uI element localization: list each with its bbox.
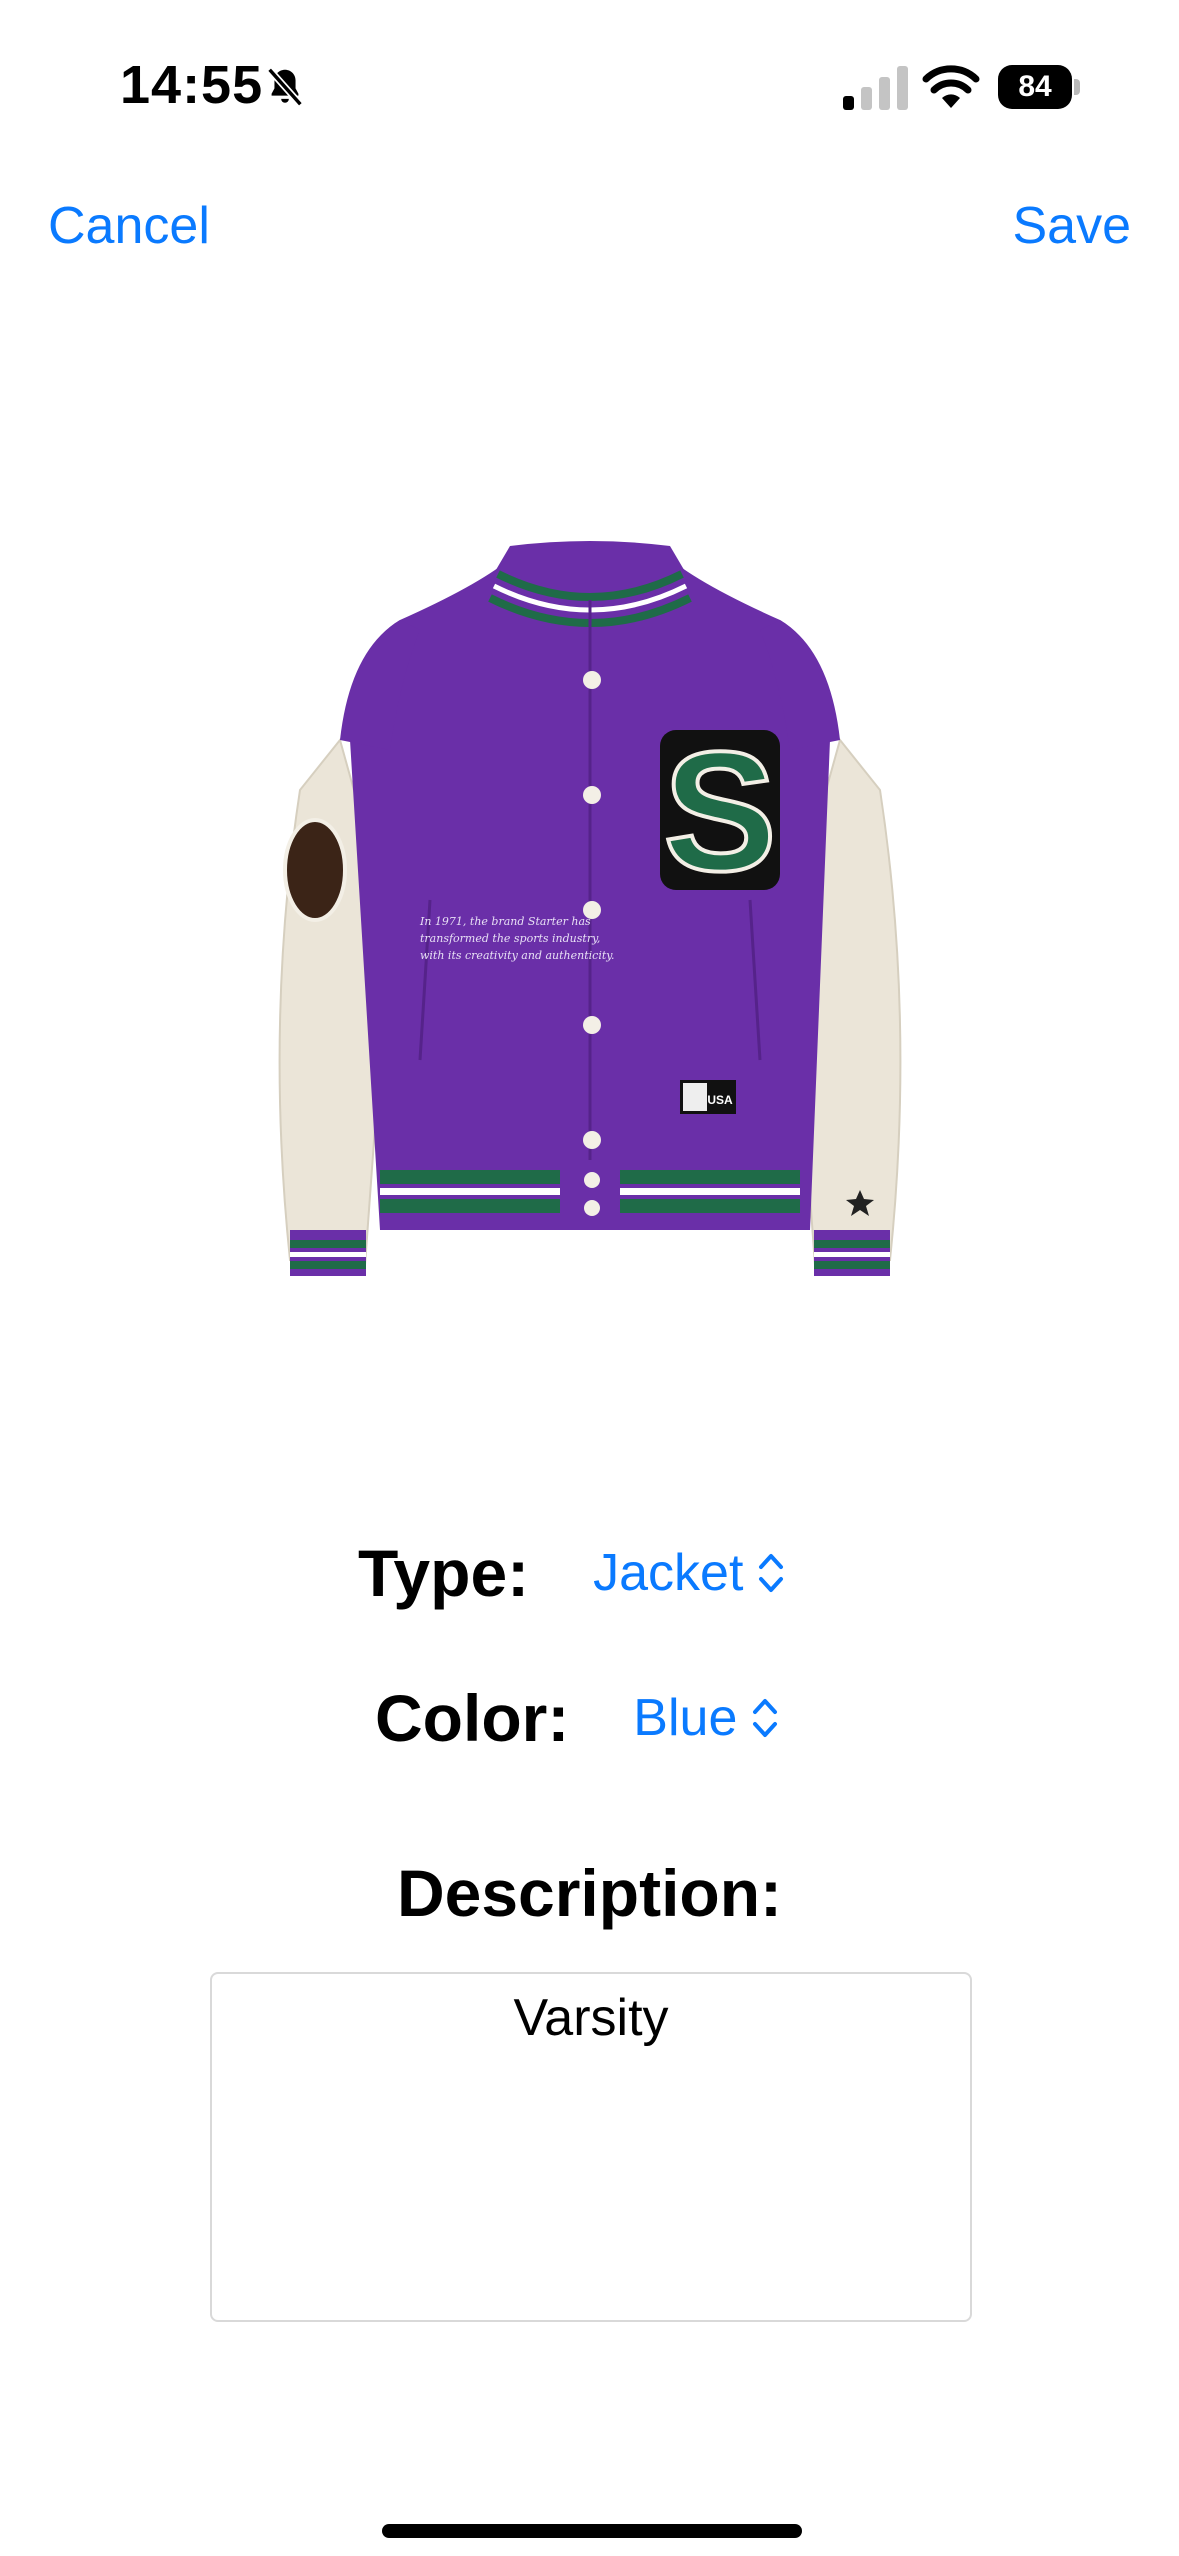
status-bar: 14:55 84 xyxy=(0,0,1179,170)
chevron-up-down-icon xyxy=(759,1554,784,1592)
save-button[interactable]: Save xyxy=(1012,196,1131,256)
battery-indicator: 84 xyxy=(998,65,1080,109)
jacket-patch-text: USA xyxy=(707,1093,733,1107)
jacket-script-line-3: with its creativity and authenticity. xyxy=(420,949,615,962)
color-row: Color: Blue xyxy=(375,1680,779,1756)
bell-slash-icon xyxy=(267,67,303,107)
home-indicator[interactable] xyxy=(382,2524,802,2538)
jacket-script-line-1: In 1971, the brand Starter has xyxy=(419,915,591,928)
jacket-logo-letter: S xyxy=(663,717,776,907)
cancel-button[interactable]: Cancel xyxy=(48,196,210,256)
battery-cap xyxy=(1074,79,1080,95)
jacket-image: S In 1971, the brand Starter has transfo… xyxy=(278,541,902,1276)
type-picker[interactable]: Jacket xyxy=(593,1543,785,1603)
color-picker[interactable]: Blue xyxy=(633,1688,779,1748)
color-value: Blue xyxy=(633,1689,738,1747)
cellular-signal-icon xyxy=(843,66,908,110)
type-label: Type: xyxy=(358,1536,530,1610)
status-time: 14:55 xyxy=(120,55,264,115)
jacket-script-line-2: transformed the sports industry, xyxy=(420,932,600,945)
type-value: Jacket xyxy=(593,1544,744,1602)
color-label: Color: xyxy=(375,1681,570,1755)
wifi-icon xyxy=(922,65,980,108)
battery-level: 84 xyxy=(998,65,1072,109)
description-label: Description: xyxy=(396,1856,783,1930)
chevron-up-down-icon xyxy=(753,1699,778,1737)
type-row: Type: Jacket xyxy=(358,1535,785,1611)
description-field[interactable]: Varsity xyxy=(210,1972,972,2322)
